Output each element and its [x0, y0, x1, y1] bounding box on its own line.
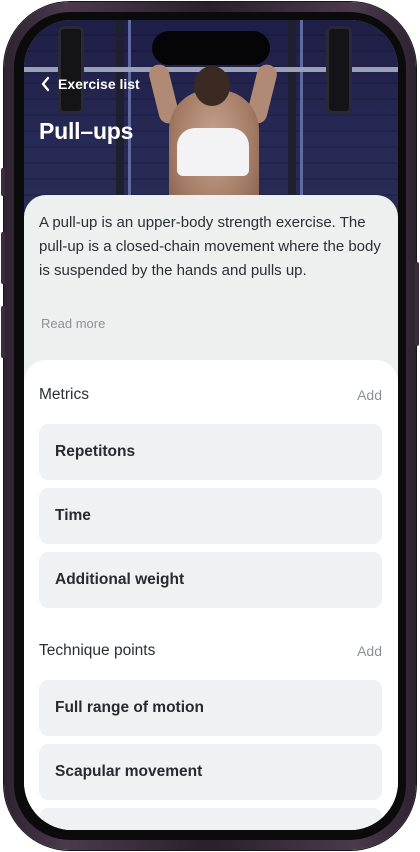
metric-item[interactable]: Repetitons: [39, 424, 382, 480]
app-screen: Exercise list Pull–ups A pull-up is an u…: [24, 20, 398, 830]
weight-plate: [58, 26, 84, 114]
technique-title: Technique points: [39, 642, 156, 659]
technique-item-label: Scapular movement: [55, 763, 203, 780]
metric-item[interactable]: Additional weight: [39, 552, 382, 608]
technique-add-button[interactable]: Add: [357, 643, 382, 659]
metrics-section-header: Metrics Add: [39, 386, 382, 404]
read-more-link[interactable]: Read more: [41, 316, 105, 331]
back-button[interactable]: Exercise list: [40, 76, 140, 92]
back-label: Exercise list: [58, 76, 140, 92]
metric-item-label: Repetitons: [55, 443, 136, 460]
metrics-title: Metrics: [39, 386, 89, 403]
dynamic-island: [152, 31, 270, 65]
technique-item[interactable]: Full range of motion: [39, 680, 382, 736]
rack-post: [288, 20, 296, 220]
technique-item[interactable]: [39, 808, 382, 830]
technique-item[interactable]: Scapular movement: [39, 744, 382, 800]
weight-plate: [326, 26, 352, 114]
metric-item-label: Time: [55, 507, 91, 524]
power-button: [415, 262, 419, 346]
action-button: [1, 168, 5, 196]
volume-up-button: [1, 232, 5, 284]
technique-item-label: Full range of motion: [55, 699, 204, 716]
technique-section-header: Technique points Add: [39, 642, 382, 660]
volume-down-button: [1, 306, 5, 358]
athlete-top: [177, 128, 249, 176]
rack-post: [300, 20, 303, 220]
metric-item[interactable]: Time: [39, 488, 382, 544]
exercise-description: A pull-up is an upper-body strength exer…: [39, 214, 381, 279]
metric-item-label: Additional weight: [55, 571, 185, 588]
metrics-add-button[interactable]: Add: [357, 387, 382, 403]
athlete-head: [194, 66, 230, 106]
page-title: Pull–ups: [39, 118, 134, 144]
chevron-left-icon: [41, 76, 50, 92]
